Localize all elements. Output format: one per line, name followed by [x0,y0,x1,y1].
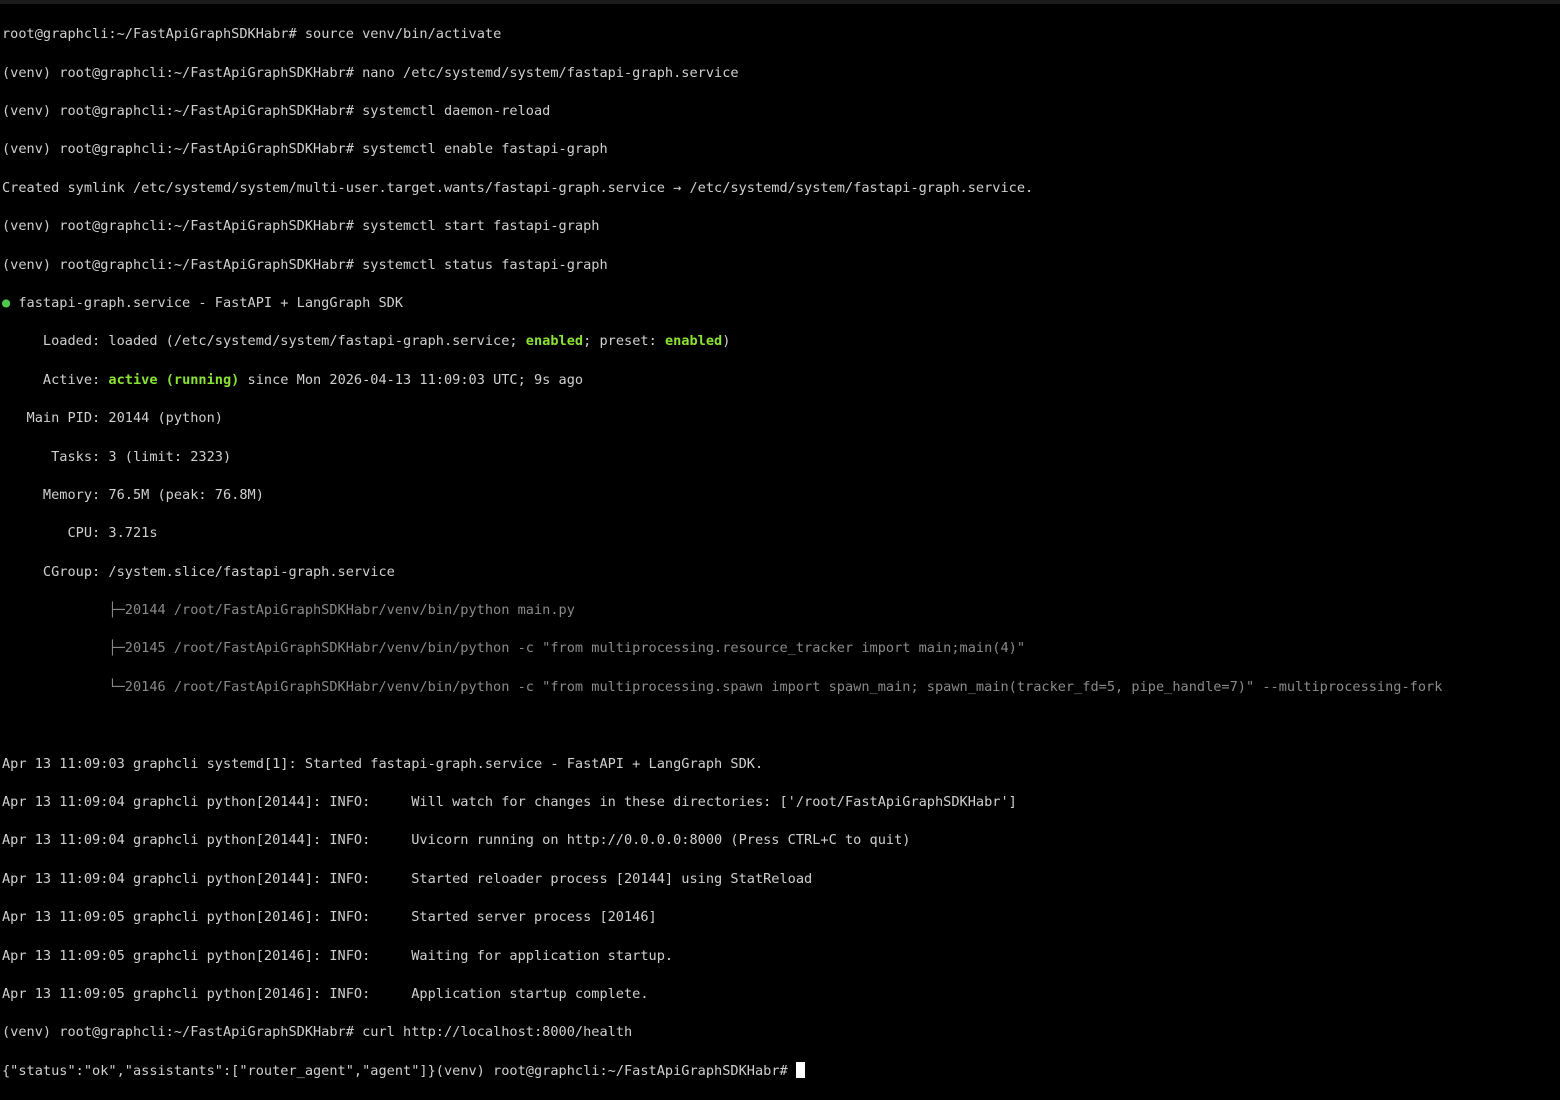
shell-prompt: root@graphcli:~/FastApiGraphSDKHabr# [2,26,305,43]
journal-line: Apr 13 11:09:05 graphcli python[20146]: … [2,909,657,926]
command-text: nano /etc/systemd/system/fastapi-graph.s… [362,64,739,81]
terminal-top-bar [0,0,1560,4]
journal-line: Apr 13 11:09:05 graphcli python[20146]: … [2,947,674,964]
cgroup-process: ├─20144 /root/FastApiGraphSDKHabr/venv/b… [2,602,575,619]
terminal-window[interactable]: root@graphcli:~/FastApiGraphSDKHabr# sou… [0,0,1560,1079]
shell-prompt: (venv) root@graphcli:~/FastApiGraphSDKHa… [2,1024,363,1041]
loaded-label: Loaded: loaded (/etc/systemd/system/fast… [2,333,526,350]
service-active: Active: active (running) since Mon 2026-… [2,371,1560,390]
command-text: systemctl enable fastapi-graph [362,141,608,158]
service-tasks: Tasks: 3 (limit: 2323) [2,448,232,465]
shell-prompt: (venv) root@graphcli:~/FastApiGraphSDKHa… [2,141,363,158]
shell-prompt: (venv) root@graphcli:~/FastApiGraphSDKHa… [435,1062,796,1079]
journal-line: Apr 13 11:09:04 graphcli python[20144]: … [2,794,1017,811]
shell-prompt: (venv) root@graphcli:~/FastApiGraphSDKHa… [2,102,363,119]
command-text: systemctl daemon-reload [362,102,551,119]
service-cpu: CPU: 3.721s [2,525,158,542]
command-text: systemctl status fastapi-graph [362,256,608,273]
service-header: ● fastapi-graph.service - FastAPI + Lang… [2,294,1560,313]
shell-prompt: (venv) root@graphcli:~/FastApiGraphSDKHa… [2,64,363,81]
terminal-line: root@graphcli:~/FastApiGraphSDKHabr# sou… [2,25,1560,44]
service-loaded: Loaded: loaded (/etc/systemd/system/fast… [2,332,1560,351]
journal-line: Apr 13 11:09:05 graphcli python[20146]: … [2,985,649,1002]
preset-label: ; preset: [583,333,665,350]
shell-prompt: (venv) root@graphcli:~/FastApiGraphSDKHa… [2,256,363,273]
terminal-line: (venv) root@graphcli:~/FastApiGraphSDKHa… [2,102,1560,121]
status-dot-icon: ● [2,294,11,311]
terminal-line: (venv) root@graphcli:~/FastApiGraphSDKHa… [2,140,1560,159]
active-state-badge: active (running) [108,371,240,388]
service-cgroup: CGroup: /system.slice/fastapi-graph.serv… [2,563,395,580]
curl-output: {"status":"ok","assistants":["router_age… [2,1062,436,1079]
terminal-line: (venv) root@graphcli:~/FastApiGraphSDKHa… [2,256,1560,275]
service-memory: Memory: 76.5M (peak: 76.8M) [2,486,264,503]
preset-enabled-badge: enabled [664,333,723,350]
command-text: systemctl start fastapi-graph [362,218,600,235]
terminal-input-line[interactable]: {"status":"ok","assistants":["router_age… [2,1061,1560,1081]
service-title: fastapi-graph.service - FastAPI + LangGr… [10,294,404,311]
active-since: since Mon 2026-04-13 11:09:03 UTC; 9s ag… [239,371,584,388]
active-label: Active: [2,371,109,388]
terminal-line: (venv) root@graphcli:~/FastApiGraphSDKHa… [2,217,1560,236]
cgroup-process: ├─20145 /root/FastApiGraphSDKHabr/venv/b… [2,640,1026,657]
command-text: source venv/bin/activate [304,26,502,43]
journal-line: Apr 13 11:09:03 graphcli systemd[1]: Sta… [2,755,764,772]
journal-line: Apr 13 11:09:04 graphcli python[20144]: … [2,870,813,887]
terminal-line: (venv) root@graphcli:~/FastApiGraphSDKHa… [2,1023,1560,1042]
terminal-line: (venv) root@graphcli:~/FastApiGraphSDKHa… [2,64,1560,83]
shell-prompt: (venv) root@graphcli:~/FastApiGraphSDKHa… [2,218,363,235]
text-cursor[interactable] [795,1061,805,1078]
enabled-badge: enabled [525,333,584,350]
journal-line: Apr 13 11:09:04 graphcli python[20144]: … [2,832,911,849]
symlink-output: Created symlink /etc/systemd/system/mult… [2,179,1034,196]
cgroup-process: └─20146 /root/FastApiGraphSDKHabr/venv/b… [2,678,1443,695]
command-text: curl http://localhost:8000/health [362,1024,633,1041]
service-main-pid: Main PID: 20144 (python) [2,410,223,427]
loaded-suffix: ) [722,333,731,350]
